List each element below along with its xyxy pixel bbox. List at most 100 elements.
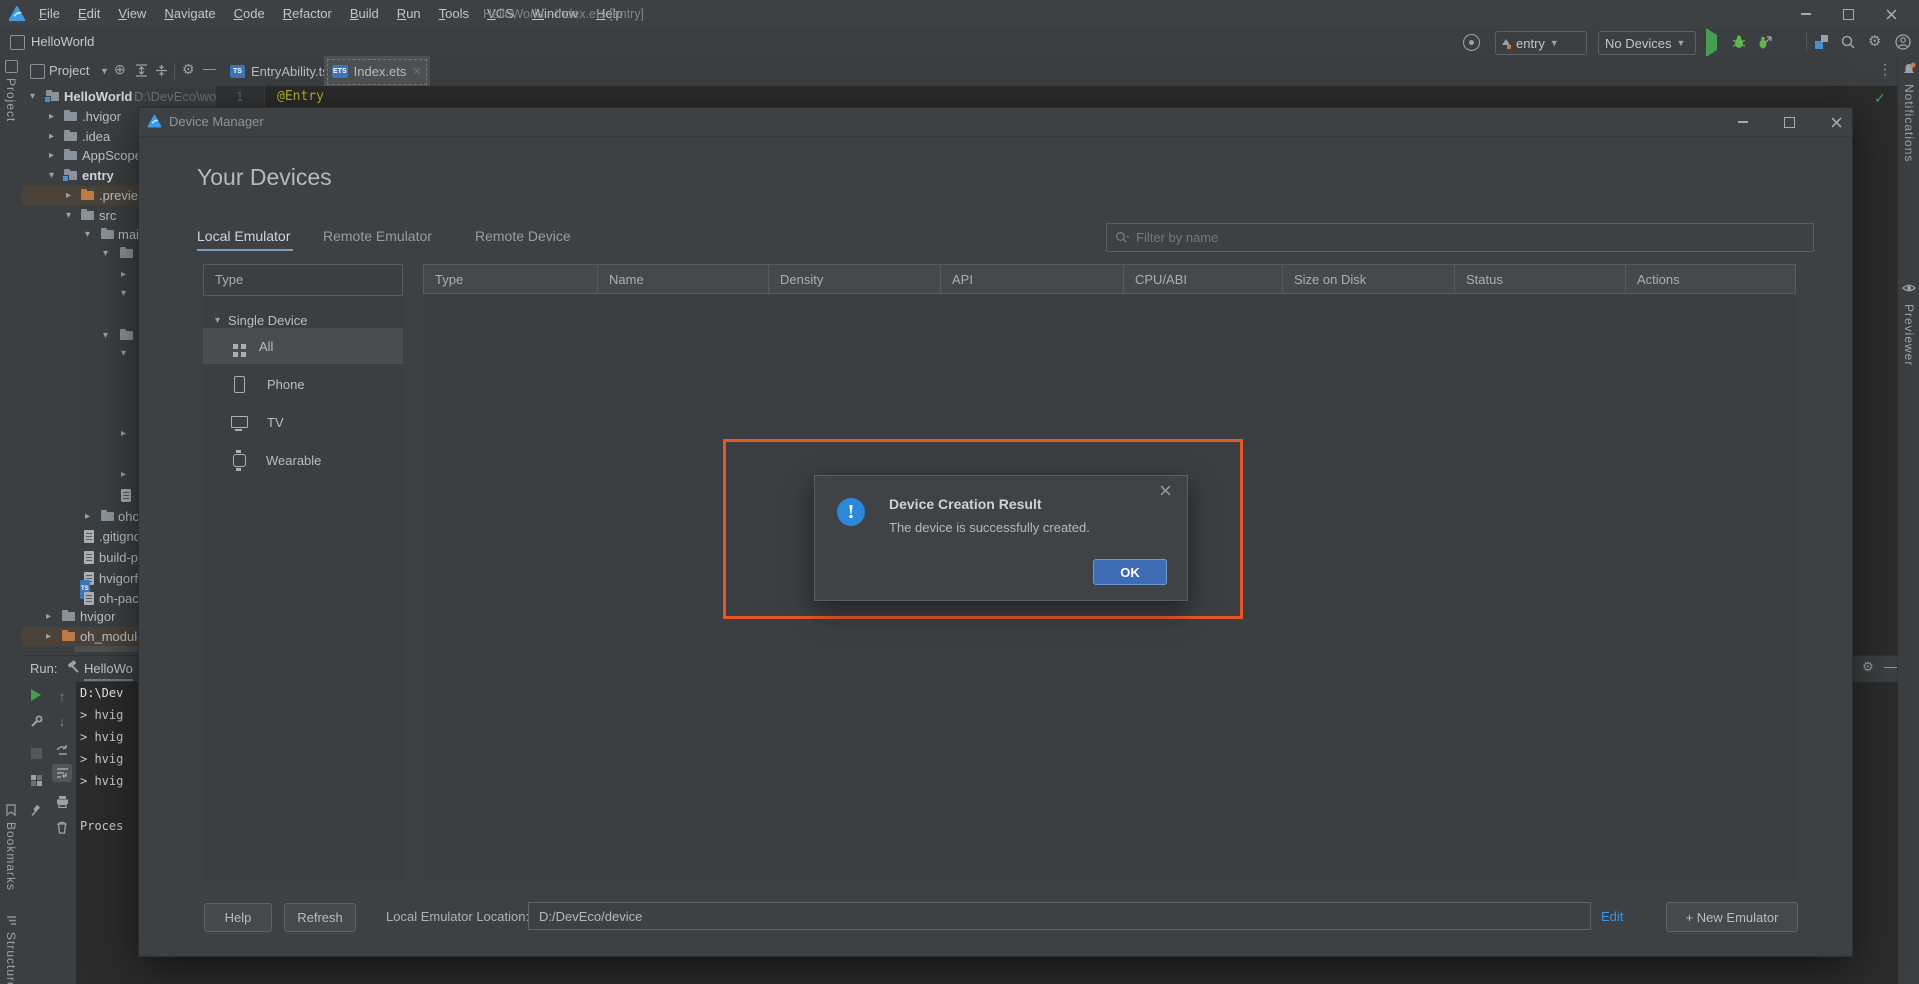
run-hide-icon[interactable]: —: [1884, 659, 1897, 674]
collapse-arrow-icon[interactable]: ▾: [85, 225, 90, 244]
collapse-arrow-icon[interactable]: ▾: [121, 344, 126, 363]
run-button[interactable]: [1706, 35, 1717, 50]
help-button[interactable]: Help: [204, 903, 272, 932]
menu-run[interactable]: Run: [388, 0, 430, 28]
dm-maximize-button[interactable]: [1768, 108, 1811, 136]
tool-button-previewer[interactable]: Previewer: [1902, 304, 1916, 366]
editor-tab-index[interactable]: ETS Index.ets ✕: [324, 56, 430, 88]
tab-remote-emulator[interactable]: Remote Emulator: [323, 228, 432, 244]
menu-tools[interactable]: Tools: [430, 0, 478, 28]
sync-status-icon[interactable]: [1463, 34, 1480, 51]
rerun-button[interactable]: [26, 686, 46, 704]
menu-view[interactable]: View: [109, 0, 155, 28]
tab-remote-device[interactable]: Remote Device: [475, 228, 571, 244]
edit-link[interactable]: Edit: [1601, 909, 1623, 924]
module-selector[interactable]: entry ▼: [1495, 31, 1587, 55]
column-header-status[interactable]: Status: [1455, 264, 1626, 294]
expand-arrow-icon[interactable]: ▸: [46, 607, 51, 626]
column-header-density[interactable]: Density: [769, 264, 941, 294]
refresh-button[interactable]: Refresh: [284, 903, 356, 932]
menu-edit[interactable]: Edit: [69, 0, 109, 28]
dm-close-button[interactable]: [1815, 108, 1858, 136]
build-dashboard-icon[interactable]: [26, 771, 46, 789]
collapse-arrow-icon[interactable]: ▾: [30, 87, 35, 106]
column-header-api[interactable]: API: [941, 264, 1124, 294]
column-header-name[interactable]: Name: [598, 264, 769, 294]
soft-wrap-toggle[interactable]: [52, 764, 72, 782]
column-header-type[interactable]: Type: [423, 264, 598, 294]
pin-tab-icon[interactable]: [26, 801, 46, 819]
project-view-selector[interactable]: Project: [49, 63, 89, 78]
filter-input[interactable]: [1134, 229, 1805, 246]
print-icon[interactable]: [52, 792, 72, 810]
expand-arrow-icon[interactable]: ▸: [49, 146, 54, 165]
clear-trash-icon[interactable]: [52, 818, 72, 836]
profiler-button[interactable]: [1756, 34, 1773, 53]
locate-file-icon[interactable]: ⊕: [114, 61, 126, 78]
collapse-arrow-icon[interactable]: ▾: [103, 244, 108, 263]
window-minimize-button[interactable]: [1784, 0, 1827, 28]
stop-process-button[interactable]: [26, 744, 46, 762]
expand-arrow-icon[interactable]: ▸: [121, 424, 126, 443]
expand-arrow-icon[interactable]: ▸: [49, 107, 54, 126]
search-everywhere-icon[interactable]: [1840, 34, 1856, 53]
breadcrumb[interactable]: HelloWorld: [31, 34, 94, 49]
expand-arrow-icon[interactable]: ▸: [85, 507, 90, 526]
tool-button-project[interactable]: Project: [4, 78, 18, 122]
debug-button[interactable]: [1731, 34, 1747, 53]
collapse-all-icon[interactable]: [155, 64, 168, 80]
column-header-actions[interactable]: Actions: [1626, 264, 1796, 294]
type-item-phone[interactable]: Phone: [203, 366, 403, 402]
tree-settings-gear-icon[interactable]: ⚙: [182, 61, 195, 78]
menu-refactor[interactable]: Refactor: [274, 0, 341, 28]
collapse-arrow-icon[interactable]: ▾: [103, 326, 108, 345]
tool-button-bookmarks[interactable]: Bookmarks: [4, 822, 18, 891]
attach-debugger-icon[interactable]: [1815, 35, 1829, 49]
menu-file[interactable]: File: [30, 0, 69, 28]
expand-arrow-icon[interactable]: ▸: [121, 265, 126, 284]
menu-navigate[interactable]: Navigate: [155, 0, 224, 28]
build-settings-wrench-icon[interactable]: [26, 712, 46, 730]
menu-build[interactable]: Build: [341, 0, 388, 28]
menu-code[interactable]: Code: [225, 0, 274, 28]
window-maximize-button[interactable]: [1827, 0, 1870, 28]
run-tab-helloworld[interactable]: HelloWo: [84, 661, 133, 681]
ok-button[interactable]: OK: [1093, 559, 1167, 585]
tab-local-emulator[interactable]: Local Emulator: [197, 228, 290, 244]
dialog-close-icon[interactable]: [1160, 484, 1171, 499]
inspection-ok-check-icon[interactable]: ✓: [1874, 90, 1886, 107]
scroll-down-icon[interactable]: ↓: [52, 712, 72, 730]
hide-panel-icon[interactable]: —: [203, 61, 216, 76]
filter-box[interactable]: [1106, 223, 1814, 252]
collapse-arrow-icon[interactable]: ▾: [49, 166, 54, 185]
collapse-arrow-icon[interactable]: ▾: [66, 206, 71, 225]
expand-arrow-icon[interactable]: ▸: [66, 186, 71, 205]
tool-button-structure[interactable]: Structure: [4, 932, 18, 984]
collapse-arrow-icon[interactable]: ▾: [121, 284, 126, 303]
column-header-size-on-disk[interactable]: Size on Disk: [1283, 264, 1455, 294]
new-emulator-button[interactable]: + New Emulator: [1666, 902, 1798, 932]
expand-arrow-icon[interactable]: ▸: [46, 627, 51, 646]
profile-avatar-icon[interactable]: [1895, 34, 1911, 53]
kebab-menu-icon[interactable]: ⋮: [1878, 61, 1893, 78]
expand-all-icon[interactable]: [135, 64, 148, 80]
tool-button-notifications[interactable]: Notifications: [1902, 84, 1916, 162]
tree-item-helloworld[interactable]: ▾ HelloWorld D:\DevEco\workspace: [22, 87, 216, 106]
scroll-up-icon[interactable]: ↑: [52, 687, 72, 705]
window-close-button[interactable]: [1870, 0, 1913, 28]
run-settings-gear-icon[interactable]: ⚙: [1862, 659, 1874, 675]
expand-arrow-icon[interactable]: ▸: [49, 127, 54, 146]
settings-gear-icon[interactable]: ⚙: [1868, 32, 1881, 50]
file-icon: [84, 530, 94, 543]
dm-minimize-button[interactable]: [1721, 108, 1764, 136]
location-input[interactable]: [528, 902, 1591, 930]
scroll-to-end-icon[interactable]: [52, 741, 72, 759]
type-item-all[interactable]: All: [203, 328, 403, 364]
type-item-tv[interactable]: TV: [203, 404, 403, 440]
expand-arrow-icon[interactable]: ▸: [121, 465, 126, 484]
close-tab-icon[interactable]: ✕: [412, 65, 421, 78]
type-item-wearable[interactable]: Wearable: [203, 442, 403, 478]
device-selector[interactable]: No Devices ▼: [1598, 31, 1696, 55]
column-header-cpu-abi[interactable]: CPU/ABI: [1124, 264, 1283, 294]
dm-title-bar[interactable]: Device Manager: [139, 108, 1852, 137]
